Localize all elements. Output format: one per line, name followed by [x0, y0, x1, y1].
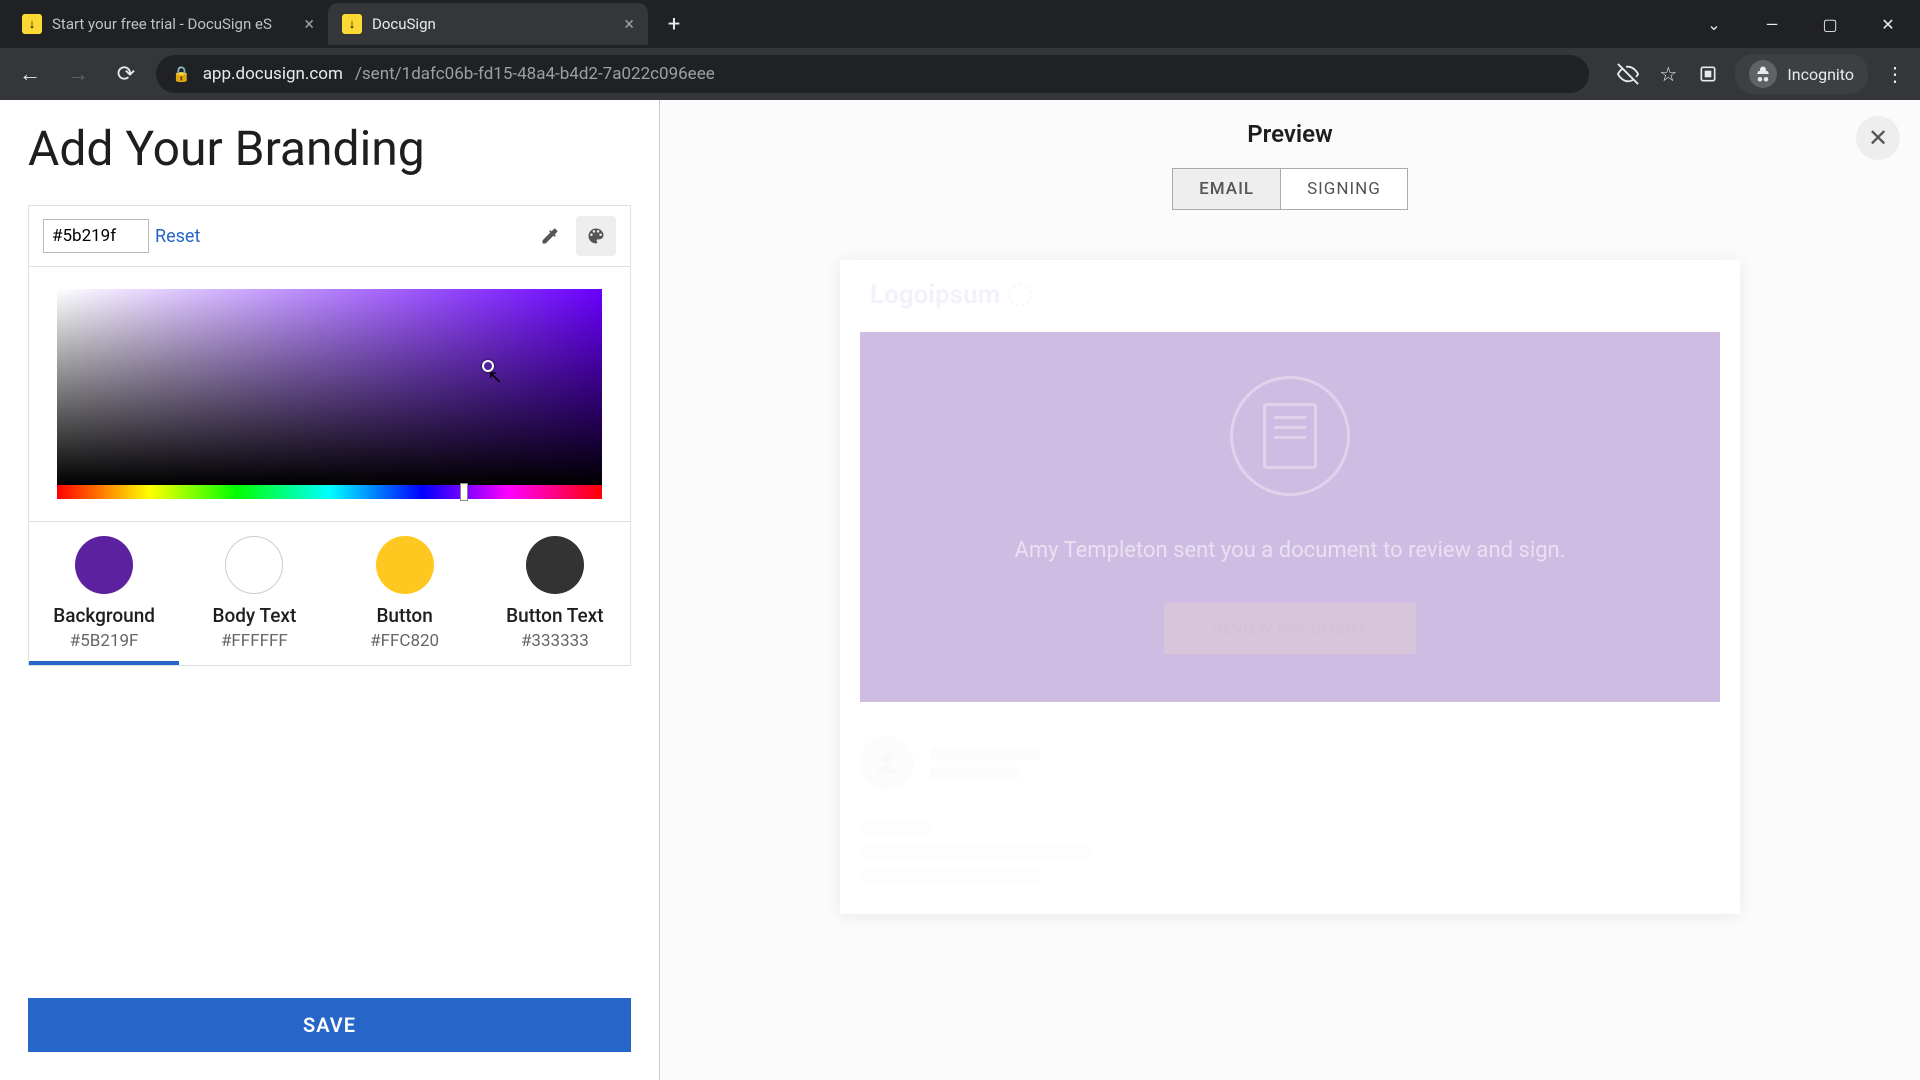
swatch-circle — [225, 536, 283, 594]
avatar-placeholder-icon — [860, 736, 914, 790]
palette-button[interactable] — [576, 216, 616, 256]
maximize-icon[interactable]: ▢ — [1806, 5, 1854, 43]
swatch-circle — [75, 536, 133, 594]
swatch-row: Background #5B219F Body Text #FFFFFF But… — [29, 521, 630, 665]
close-icon[interactable]: × — [304, 14, 314, 35]
browser-tab[interactable]: ↓ DocuSign × — [328, 3, 648, 45]
tab-email[interactable]: EMAIL — [1172, 168, 1280, 210]
close-icon[interactable]: ✕ — [1864, 5, 1912, 43]
gradient-area: ↖ — [29, 267, 630, 521]
swatch-background[interactable]: Background #5B219F — [29, 522, 179, 665]
lock-icon: 🔒 — [172, 65, 191, 83]
picker-header: Reset — [29, 206, 630, 267]
eye-off-icon[interactable] — [1615, 61, 1641, 87]
swatch-label: Background — [37, 604, 171, 627]
favicon-icon: ↓ — [342, 14, 362, 34]
toolbar-right: ☆ Incognito ⋮ — [1615, 54, 1908, 94]
hue-slider[interactable] — [57, 485, 602, 499]
tab-title: DocuSign — [372, 15, 436, 33]
browser-tab[interactable]: ↓ Start your free trial - DocuSign eS × — [8, 3, 328, 45]
back-button[interactable]: ← — [12, 56, 48, 92]
incognito-label: Incognito — [1787, 65, 1854, 84]
swatch-body-text[interactable]: Body Text #FFFFFF — [179, 522, 329, 665]
preview-tabs: EMAIL SIGNING — [700, 168, 1880, 210]
new-tab-button[interactable]: + — [656, 6, 692, 42]
preview-title: Preview — [700, 120, 1880, 148]
reload-button[interactable]: ⟳ — [108, 56, 144, 92]
skeleton-sender — [860, 736, 1720, 790]
swatch-label: Button — [338, 604, 472, 627]
swatch-circle — [376, 536, 434, 594]
bookmark-icon[interactable]: ☆ — [1655, 61, 1681, 87]
tab-title: Start your free trial - DocuSign eS — [52, 15, 272, 33]
hex-input[interactable] — [43, 219, 149, 253]
save-button[interactable]: SAVE — [28, 998, 631, 1052]
close-button[interactable]: ✕ — [1856, 116, 1900, 160]
branding-panel: Add Your Branding Reset ↖ — [0, 100, 660, 1080]
document-sign-icon — [1230, 376, 1350, 496]
incognito-badge[interactable]: Incognito — [1735, 54, 1868, 94]
swatch-hex: #FFC820 — [338, 631, 472, 651]
incognito-icon — [1749, 60, 1777, 88]
swatch-circle — [526, 536, 584, 594]
email-preview: Logoipsum Amy Templeton sent you a docum… — [840, 260, 1740, 914]
color-picker-card: Reset ↖ — [28, 205, 631, 666]
close-icon[interactable]: × — [624, 14, 634, 35]
swatch-button[interactable]: Button #FFC820 — [330, 522, 480, 665]
favicon-icon: ↓ — [22, 14, 42, 34]
skeleton-body — [860, 822, 1720, 882]
chevron-down-icon[interactable]: ⌄ — [1690, 5, 1738, 43]
hue-handle[interactable] — [460, 483, 468, 501]
minimize-icon[interactable]: — — [1748, 5, 1796, 43]
tab-bar: ↓ Start your free trial - DocuSign eS × … — [0, 0, 1920, 48]
page-title: Add Your Branding — [28, 120, 631, 177]
saturation-value-picker[interactable]: ↖ — [57, 289, 602, 485]
preview-logo: Logoipsum — [860, 280, 1720, 310]
address-bar: ← → ⟳ 🔒 app.docusign.com/sent/1dafc06b-f… — [0, 48, 1920, 100]
preview-body: Amy Templeton sent you a document to rev… — [860, 332, 1720, 702]
swatch-hex: #333333 — [488, 631, 622, 651]
url-input[interactable]: 🔒 app.docusign.com/sent/1dafc06b-fd15-48… — [156, 55, 1589, 93]
window-controls: ⌄ — ▢ ✕ — [1690, 5, 1912, 43]
review-document-button[interactable]: REVIEW DOCUMENT — [1164, 603, 1415, 654]
sv-handle[interactable] — [482, 360, 494, 372]
swatch-label: Button Text — [488, 604, 622, 627]
url-path: /sent/1dafc06b-fd15-48a4-b4d2-7a022c096e… — [355, 64, 715, 84]
eyedropper-button[interactable] — [530, 216, 570, 256]
url-domain: app.docusign.com — [203, 64, 343, 84]
menu-icon[interactable]: ⋮ — [1882, 61, 1908, 87]
app-content: Add Your Branding Reset ↖ — [0, 100, 1920, 1080]
swatch-button-text[interactable]: Button Text #333333 — [480, 522, 630, 665]
picker-tools — [530, 216, 616, 256]
extensions-icon[interactable] — [1695, 61, 1721, 87]
swatch-hex: #FFFFFF — [187, 631, 321, 651]
tab-signing[interactable]: SIGNING — [1280, 168, 1408, 210]
preview-panel: ✕ Preview EMAIL SIGNING Logoipsum Amy Te… — [660, 100, 1920, 1080]
swatch-hex: #5B219F — [37, 631, 171, 651]
logo-text: Logoipsum — [870, 280, 1000, 310]
preview-message: Amy Templeton sent you a document to rev… — [890, 538, 1690, 563]
browser-chrome: ↓ Start your free trial - DocuSign eS × … — [0, 0, 1920, 100]
forward-button[interactable]: → — [60, 56, 96, 92]
swatch-label: Body Text — [187, 604, 321, 627]
reset-link[interactable]: Reset — [155, 226, 200, 247]
logo-mark-icon — [1008, 283, 1032, 307]
